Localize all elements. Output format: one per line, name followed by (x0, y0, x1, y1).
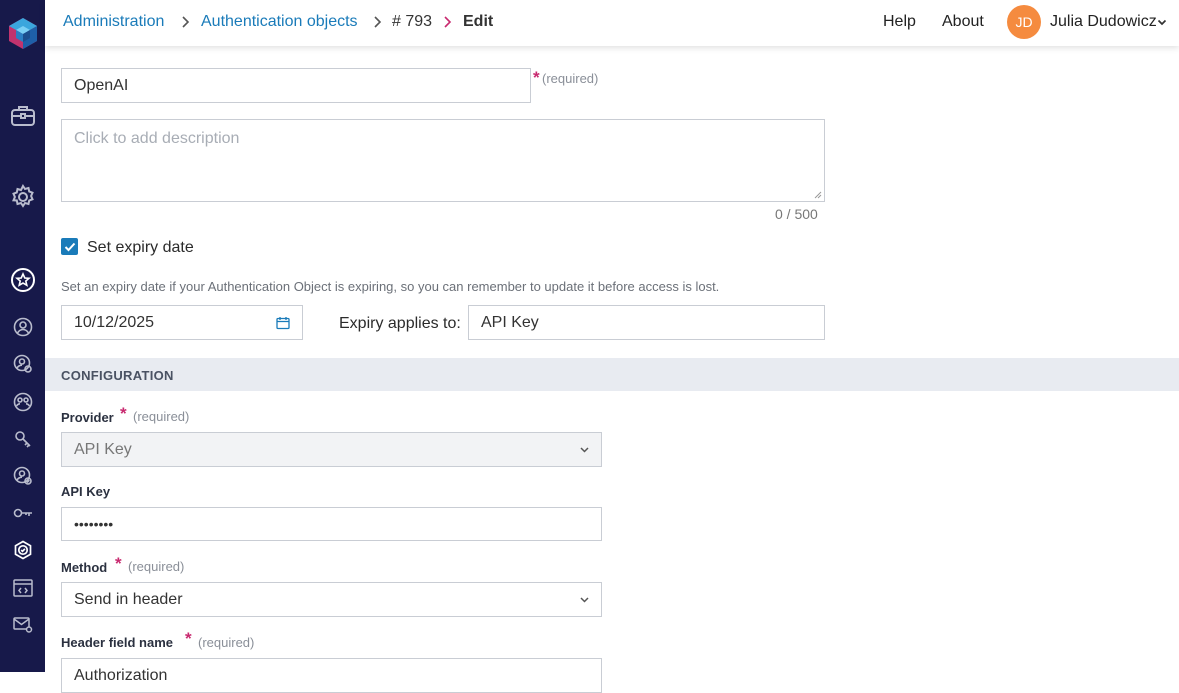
configuration-title: CONFIGURATION (61, 368, 174, 383)
chevron-right-icon (182, 16, 190, 28)
name-input[interactable]: OpenAI (61, 68, 531, 103)
briefcase-icon[interactable] (0, 102, 45, 130)
expiry-applies-value: API Key (481, 313, 539, 331)
required-asterisk: * (185, 629, 192, 648)
required-note: (required) (198, 635, 255, 650)
header-field-value: Authorization (74, 667, 168, 684)
user-star-icon[interactable] (0, 266, 45, 294)
chevron-right-icon (374, 16, 382, 28)
top-bar: Administration Authentication objects # … (45, 0, 1179, 46)
expiry-hint: Set an expiry date if your Authenticatio… (61, 279, 720, 294)
method-select[interactable]: Send in header (61, 582, 602, 617)
mail-settings-icon[interactable] (0, 615, 45, 635)
code-window-icon[interactable] (0, 578, 45, 598)
resize-handle-icon[interactable] (814, 191, 822, 199)
breadcrumb-administration[interactable]: Administration (63, 13, 164, 31)
name-value: OpenAI (74, 76, 129, 94)
chevron-down-icon[interactable] (1157, 19, 1167, 26)
user-icon[interactable] (0, 316, 45, 338)
checkmark-icon (64, 242, 75, 251)
required-asterisk: * (115, 554, 122, 573)
api-key-label: API Key (61, 484, 111, 499)
user-settings-icon[interactable] (0, 353, 45, 375)
chevron-down-icon (580, 447, 589, 453)
api-key-input[interactable]: •••••••• (61, 507, 602, 541)
calendar-icon[interactable] (276, 316, 290, 330)
shield-check-icon[interactable] (0, 539, 45, 561)
api-key-value: •••••••• (74, 516, 114, 532)
sidebar (0, 0, 45, 672)
method-label: Method (61, 560, 108, 575)
expiry-checkbox[interactable] (61, 238, 78, 255)
required-note: (required) (542, 71, 599, 86)
avatar[interactable]: JD (1007, 5, 1041, 39)
expiry-date-value: 10/12/2025 (74, 313, 155, 331)
required-asterisk: * (120, 404, 127, 423)
main-content: OpenAI * (required) Click to add descrip… (45, 46, 1179, 693)
provider-label: Provider (61, 410, 114, 425)
users-group-icon[interactable] (0, 391, 45, 413)
key-icon[interactable] (0, 504, 45, 522)
expiry-date-input[interactable]: 10/12/2025 (61, 305, 303, 340)
description-textarea[interactable]: Click to add description (61, 119, 825, 202)
expiry-checkbox-label[interactable]: Set expiry date (87, 239, 194, 257)
configuration-section-header: CONFIGURATION (45, 358, 1179, 391)
required-note: (required) (133, 409, 190, 424)
key-tool-icon[interactable] (0, 428, 45, 450)
expiry-applies-input[interactable]: API Key (468, 305, 825, 340)
breadcrumb-edit: Edit (463, 13, 494, 30)
provider-select[interactable]: API Key (61, 432, 602, 467)
header-field-label: Header field name (61, 635, 173, 650)
user-name[interactable]: Julia Dudowicz (1050, 13, 1157, 31)
description-placeholder: Click to add description (74, 130, 240, 147)
char-counter: 0 / 500 (775, 206, 818, 222)
header-field-input[interactable]: Authorization (61, 658, 602, 693)
help-link[interactable]: Help (883, 13, 916, 31)
required-note: (required) (128, 559, 185, 574)
about-link[interactable]: About (942, 13, 984, 31)
settings-gear-icon[interactable] (0, 183, 45, 211)
user-check-icon[interactable] (0, 465, 45, 487)
chevron-down-icon (580, 597, 589, 603)
required-asterisk: * (533, 68, 540, 87)
expiry-applies-label: Expiry applies to: (339, 315, 461, 332)
provider-value: API Key (74, 440, 132, 458)
method-value: Send in header (74, 590, 183, 608)
breadcrumb-authentication-objects[interactable]: Authentication objects (201, 13, 358, 31)
app-logo-icon[interactable] (0, 16, 45, 50)
chevron-right-icon (444, 16, 452, 28)
breadcrumb-object-id[interactable]: # 793 (392, 13, 432, 31)
